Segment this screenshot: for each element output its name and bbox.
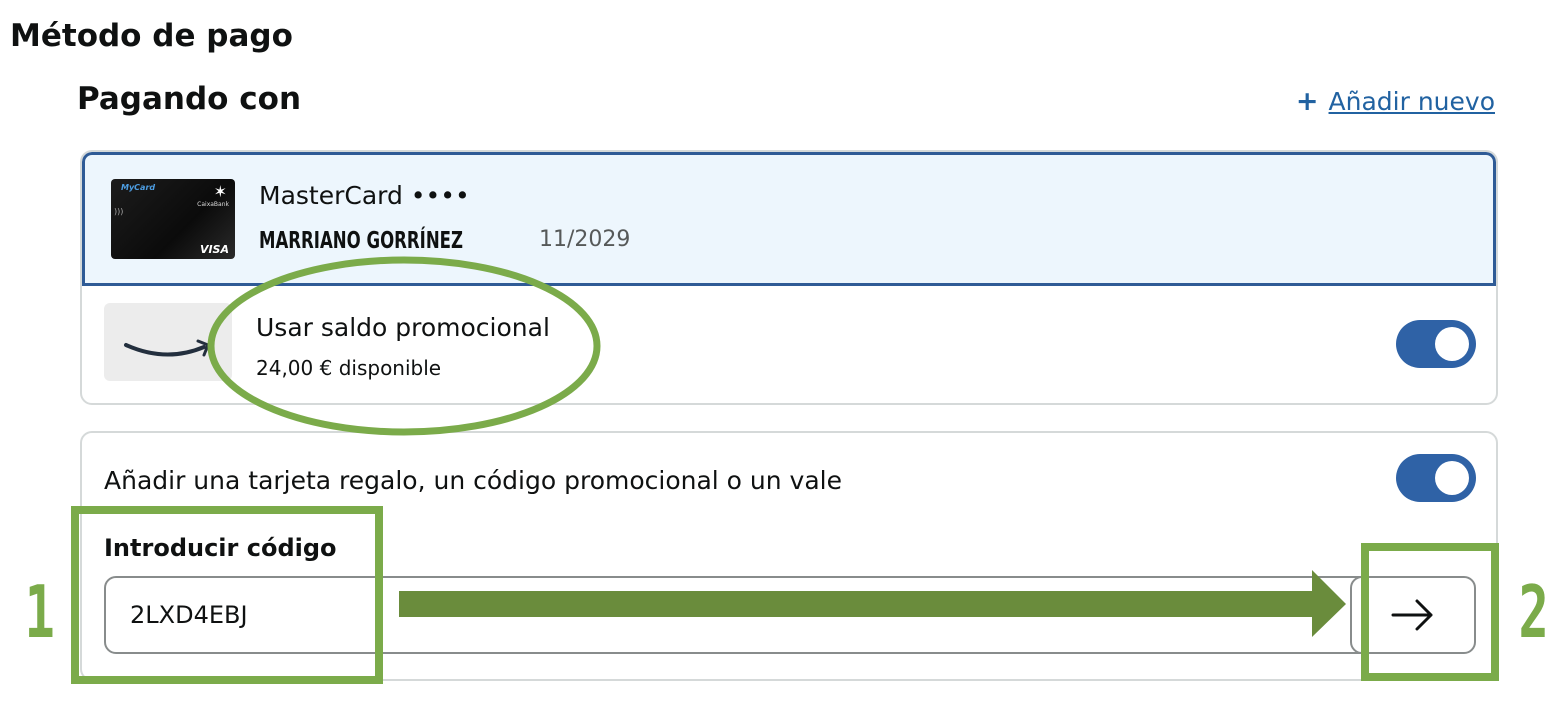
card-holder: MARRIANO GORRÍNEZ [259, 228, 463, 254]
contactless-icon: ))) [114, 207, 124, 216]
promo-balance-row: Usar saldo promocional 24,00 € disponibl… [82, 286, 1496, 403]
section-title: Método de pago [10, 18, 293, 54]
gift-code-toggle[interactable] [1396, 454, 1476, 502]
payment-methods-group: MyCard ✶ CaixaBank ))) VISA MasterCard •… [80, 150, 1498, 405]
gift-code-box: Añadir una tarjeta regalo, un código pro… [80, 431, 1498, 681]
card-image-network-label: VISA [199, 243, 229, 256]
promo-balance-available: 24,00 € disponible [256, 356, 442, 380]
card-expiry: 11/2029 [539, 227, 631, 252]
amazon-smile-icon [104, 303, 232, 381]
promo-balance-toggle[interactable] [1396, 320, 1476, 368]
plus-icon: + [1295, 86, 1319, 117]
card-brand: MasterCard •••• [259, 181, 470, 210]
caixabank-star-icon: ✶ [213, 182, 227, 201]
code-input-title: Introducir código [104, 534, 337, 562]
card-image-bank-label: CaixaBank [197, 201, 229, 208]
arrow-right-icon [1391, 599, 1433, 631]
code-input[interactable] [104, 576, 1376, 654]
apply-code-button[interactable] [1350, 576, 1476, 654]
card-image: MyCard ✶ CaixaBank ))) VISA [111, 179, 235, 259]
add-new-label: Añadir nuevo [1328, 87, 1495, 116]
add-new-link[interactable]: + Añadir nuevo [1296, 86, 1495, 117]
annotation-step-1: 1 [24, 570, 55, 654]
annotation-step-2: 2 [1518, 570, 1549, 654]
gift-code-label: Añadir una tarjeta regalo, un código pro… [104, 466, 843, 495]
card-image-mycard-label: MyCard [121, 183, 156, 192]
toggle-knob [1435, 461, 1469, 495]
paying-with-title: Pagando con [77, 81, 302, 117]
card-option-selected[interactable]: MyCard ✶ CaixaBank ))) VISA MasterCard •… [82, 152, 1496, 286]
promo-balance-label: Usar saldo promocional [256, 313, 550, 342]
toggle-knob [1435, 327, 1469, 361]
